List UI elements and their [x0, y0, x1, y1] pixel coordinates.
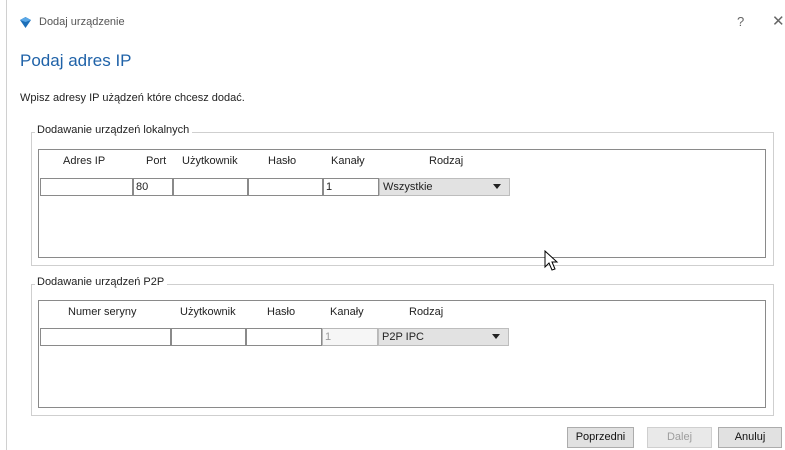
p2p-password-input[interactable]: [246, 328, 322, 346]
ip-address-input[interactable]: [40, 178, 133, 196]
column-header-password: Hasło: [267, 306, 296, 318]
window-left-edge: [6, 0, 7, 450]
chevron-down-icon: [492, 334, 500, 339]
column-header-channels: Kanały: [331, 155, 365, 167]
column-header-type: Rodzaj: [429, 155, 464, 167]
local-devices-table: Adres IP Port Użytkownik Hasło Kanały Ro…: [38, 149, 766, 258]
column-header-user: Użytkownik: [180, 306, 236, 318]
channels-input[interactable]: 1: [323, 178, 379, 196]
p2p-device-type-select[interactable]: P2P IPC: [378, 328, 509, 346]
next-button[interactable]: Dalej: [647, 427, 712, 448]
p2p-device-type-value: P2P IPC: [382, 331, 424, 343]
port-input[interactable]: 80: [133, 178, 173, 196]
cancel-button[interactable]: Anuluj: [718, 427, 782, 448]
mouse-cursor-icon: [544, 250, 559, 271]
window-title: Dodaj urządzenie: [39, 16, 125, 28]
column-header-ip: Adres IP: [63, 155, 106, 167]
column-header-password: Hasło: [268, 155, 297, 167]
page-title: Podaj adres IP: [20, 51, 132, 70]
help-button[interactable]: ?: [737, 14, 744, 29]
p2p-devices-table: Numer seryny Użytkownik Hasło Kanały Rod…: [38, 300, 766, 408]
column-header-port: Port: [146, 155, 167, 167]
username-input[interactable]: [173, 178, 248, 196]
p2p-channels-input: 1: [322, 328, 378, 346]
column-header-user: Użytkownik: [182, 155, 238, 167]
column-header-serial: Numer seryny: [68, 306, 137, 318]
instructions-text: Wpisz adresy IP użądzeń które chcesz dod…: [20, 92, 245, 104]
device-type-value: Wszystkie: [383, 181, 433, 193]
close-icon[interactable]: ✕: [772, 12, 785, 30]
chevron-down-icon: [493, 184, 501, 189]
column-header-type: Rodzaj: [409, 306, 444, 318]
serial-number-input[interactable]: [40, 328, 171, 346]
p2p-devices-group-title: Dodawanie urządzeń P2P: [35, 276, 168, 288]
title-bar: Dodaj urządzenie ? ✕: [7, 0, 785, 40]
previous-button[interactable]: Poprzedni: [567, 427, 634, 448]
password-input[interactable]: [248, 178, 323, 196]
column-header-channels: Kanały: [330, 306, 364, 318]
p2p-username-input[interactable]: [171, 328, 246, 346]
app-logo-icon: [20, 17, 31, 28]
device-type-select[interactable]: Wszystkie: [379, 178, 510, 196]
local-devices-group-title: Dodawanie urządzeń lokalnych: [35, 124, 193, 136]
